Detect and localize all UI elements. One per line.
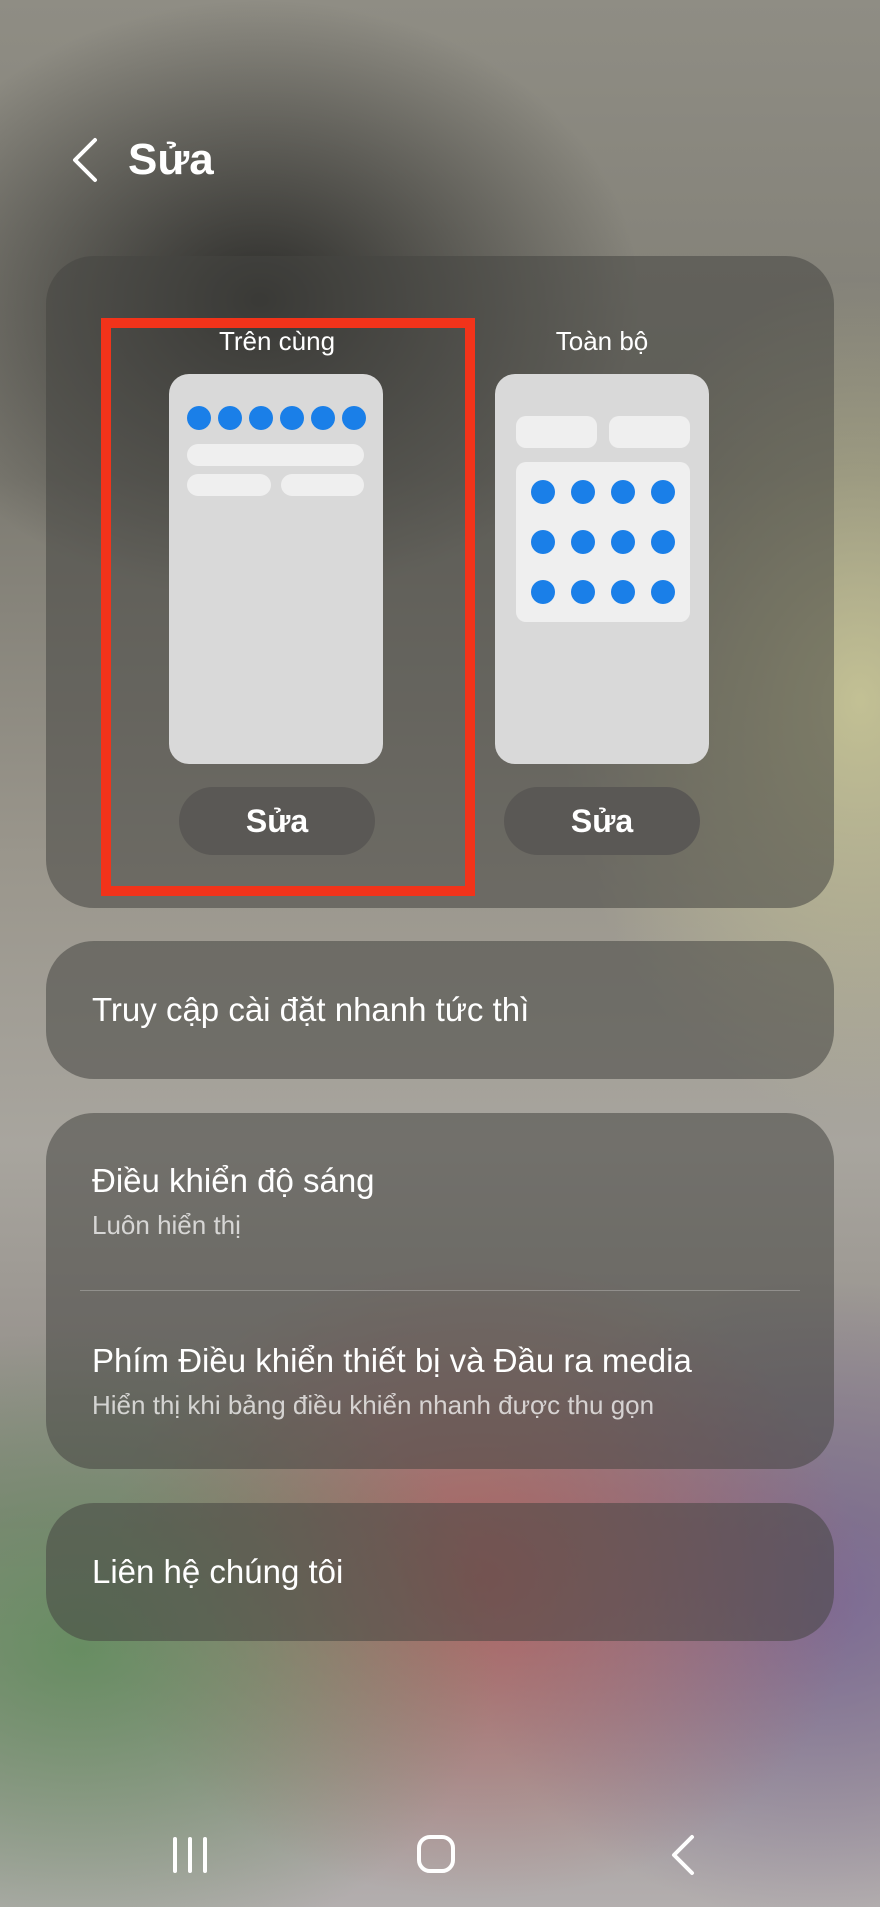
- preview-grid: [516, 462, 690, 622]
- divider: [80, 1290, 800, 1291]
- device-media-subtitle: Hiển thị khi bảng điều khiển nhanh được …: [92, 1390, 655, 1420]
- contact-us-setting[interactable]: Liên hệ chúng tôi: [46, 1503, 834, 1641]
- instant-access-setting[interactable]: Truy cập cài đặt nhanh tức thì: [46, 941, 834, 1079]
- preview-dot: [571, 530, 595, 554]
- preview-dot: [651, 480, 675, 504]
- home-icon: [417, 1835, 455, 1873]
- preview-dot: [611, 580, 635, 604]
- recents-icon: [173, 1837, 207, 1873]
- preview-tile: [516, 416, 597, 448]
- controls-settings-card: Điều khiển độ sáng Luôn hiển thị Phím Đi…: [46, 1113, 834, 1469]
- brightness-subtitle: Luôn hiển thị: [92, 1210, 241, 1240]
- preview-full-layout: [495, 374, 709, 764]
- preview-dot: [531, 480, 555, 504]
- preview-dot: [611, 480, 635, 504]
- option-label-full: Toàn bộ: [555, 326, 649, 356]
- device-media-title: Phím Điều khiển thiết bị và Đầu ra media: [92, 1342, 692, 1379]
- preview-dot: [651, 580, 675, 604]
- edit-button-full[interactable]: Sửa: [504, 787, 700, 855]
- preview-dot: [531, 580, 555, 604]
- preview-dot: [571, 480, 595, 504]
- brightness-title: Điều khiển độ sáng: [92, 1162, 375, 1199]
- preview-dot: [571, 580, 595, 604]
- preview-dot: [531, 530, 555, 554]
- page-title: Sửa: [128, 135, 214, 184]
- instant-access-title: Truy cập cài đặt nhanh tức thì: [92, 991, 530, 1028]
- home-button[interactable]: [416, 1834, 456, 1879]
- preview-tile: [609, 416, 690, 448]
- chevron-left-icon: [73, 138, 97, 182]
- back-button[interactable]: [60, 130, 110, 190]
- selection-highlight: [101, 318, 475, 896]
- preview-dot: [651, 530, 675, 554]
- contact-us-title: Liên hệ chúng tôi: [92, 1553, 344, 1590]
- preview-dot: [611, 530, 635, 554]
- nav-back-button[interactable]: [668, 1834, 698, 1881]
- back-icon: [672, 1835, 694, 1875]
- recents-button[interactable]: [170, 1836, 210, 1879]
